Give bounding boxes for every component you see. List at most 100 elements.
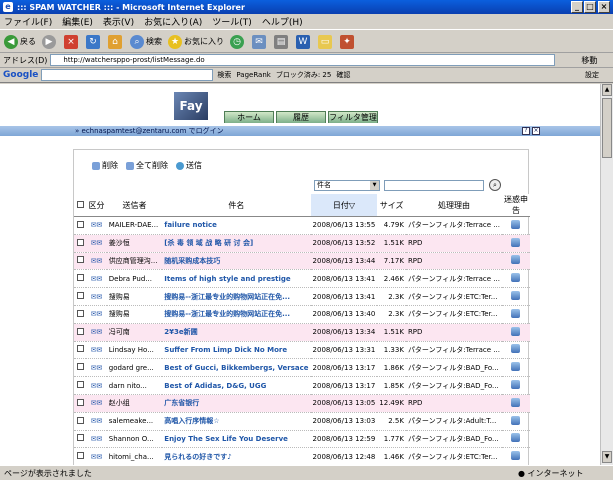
table-row[interactable]: ✉✉ Debra Pud... Items of high style and pr… [74, 269, 530, 289]
report-spam-icon[interactable] [511, 219, 521, 229]
forward-button[interactable]: ▶ [42, 34, 58, 49]
close-button[interactable]: × [598, 1, 610, 13]
filter-field-select[interactable]: 件名 ▼ [314, 179, 380, 191]
table-row[interactable]: ✉✉ 供应商管理沟... 随机采购成本技巧 2008/06/13 13:44 7.17K… [74, 252, 530, 271]
row-checkbox[interactable] [76, 381, 84, 389]
history-button[interactable]: ◷ [230, 34, 246, 49]
row-checkbox[interactable] [76, 363, 84, 371]
report-spam-icon[interactable] [511, 451, 521, 461]
report-spam-icon[interactable] [511, 380, 521, 390]
address-input[interactable]: http://watchersppo-prost/listMessage.do [50, 54, 556, 66]
edit-button[interactable]: W [296, 34, 312, 49]
menu-file[interactable]: ファイル(F) [4, 15, 52, 28]
google-settings-button[interactable]: 設定 [585, 70, 599, 80]
row-checkbox[interactable] [76, 274, 84, 282]
row-checkbox[interactable] [76, 327, 84, 335]
vertical-scrollbar[interactable]: ▲ ▼ [600, 84, 613, 465]
tab-filter-management[interactable]: フィルタ管理 [328, 111, 378, 123]
header-reason[interactable]: 処理理由 [405, 194, 502, 217]
google-search-button[interactable]: 検索 [217, 70, 231, 80]
table-row[interactable]: ✉✉ 赵小组 广东省银行 2008/06/13 13:05 12.49K RPD [74, 394, 530, 413]
row-checkbox[interactable] [76, 398, 84, 406]
report-spam-icon[interactable] [511, 291, 521, 301]
row-subject-link[interactable]: 高唱入行序情報☆ [162, 412, 311, 431]
row-subject-link[interactable]: Best of Gucci, Bikkembergs, Versace [162, 358, 311, 378]
report-spam-icon[interactable] [511, 433, 521, 443]
delete-all-button[interactable]: 全て削除 [126, 160, 168, 171]
report-spam-icon[interactable] [511, 397, 521, 407]
folder-button[interactable]: ▭ [318, 34, 334, 49]
report-spam-icon[interactable] [511, 255, 521, 265]
table-row[interactable]: ✉✉ darn nito... Best of Adidas, D&G, UGG 20… [74, 376, 530, 395]
menu-edit[interactable]: 編集(E) [62, 15, 93, 28]
minimize-button[interactable]: _ [571, 1, 583, 13]
table-row[interactable]: ✉✉ Shannon O... Enjoy The Sex Life You Des… [74, 430, 530, 449]
report-spam-icon[interactable] [511, 273, 521, 283]
menu-favorites[interactable]: お気に入り(A) [144, 15, 202, 28]
report-spam-icon[interactable] [511, 237, 521, 247]
delete-button[interactable]: 削除 [92, 160, 118, 171]
back-button[interactable]: ◀ 戻る [4, 34, 36, 49]
filter-search-input[interactable] [384, 179, 484, 191]
stop-button[interactable]: × [64, 34, 80, 49]
row-checkbox[interactable] [76, 220, 84, 228]
scroll-down-arrow-icon[interactable]: ▼ [602, 451, 612, 463]
close-icon[interactable]: × [532, 127, 540, 135]
row-subject-link[interactable]: 搜购易--浙江最专业的购物网站正在免... [162, 287, 311, 306]
row-checkbox[interactable] [76, 292, 84, 300]
row-checkbox[interactable] [76, 452, 84, 460]
row-checkbox[interactable] [76, 345, 84, 353]
menu-help[interactable]: ヘルプ(H) [262, 15, 303, 28]
row-checkbox[interactable] [76, 238, 84, 246]
header-subject[interactable]: 件名 [162, 194, 311, 217]
table-row[interactable]: ✉✉ MAILER-DAE... failure notice 2008/06/13 … [74, 216, 530, 235]
popup-blocked-counter[interactable]: ブロック済み: 25 [276, 70, 332, 80]
tab-home[interactable]: ホーム [224, 111, 274, 123]
send-button[interactable]: 送信 [176, 160, 202, 171]
search-button[interactable]: ⌕ 検索 [130, 34, 162, 49]
row-checkbox[interactable] [76, 309, 84, 317]
favorites-button[interactable]: ★ お気に入り [168, 34, 224, 49]
mail-button[interactable]: ✉ [252, 34, 268, 49]
table-row[interactable]: ✉✉ godard gre... Best of Gucci, Bikkemberg… [74, 358, 530, 378]
google-search-input[interactable] [41, 69, 214, 81]
row-subject-link[interactable]: Best of Adidas, D&G, UGG [162, 376, 311, 395]
row-subject-link[interactable]: 見られるの好きです♪ [162, 447, 311, 465]
messenger-button[interactable]: ✦ [340, 34, 356, 49]
row-subject-link[interactable]: 广东省银行 [162, 394, 311, 413]
header-size[interactable]: サイズ [377, 194, 406, 217]
row-subject-link[interactable]: failure notice [162, 216, 311, 235]
report-spam-icon[interactable] [511, 415, 521, 425]
go-button[interactable]: 移動 [581, 55, 597, 66]
table-row[interactable]: ✉✉ 搜购易 搜购易--浙江最专业的购物网站正在免... 2008/06/13 13:… [74, 305, 530, 324]
table-row[interactable]: ✉✉ hitomi_cha... 見られるの好きです♪ 2008/06/13 12:4… [74, 447, 530, 465]
row-subject-link[interactable]: Suffer From Limp Dick No More [162, 341, 311, 360]
row-subject-link[interactable]: 搜购易--浙江最专业的购物网站正在免... [162, 305, 311, 324]
refresh-button[interactable]: ↻ [86, 34, 102, 49]
header-date[interactable]: 日付▽ [310, 194, 378, 217]
row-subject-link[interactable]: [杀 毒 领 域 战 略 研 讨 会] [162, 234, 311, 253]
header-sender[interactable]: 送信者 [106, 194, 163, 217]
help-icon[interactable]: ? [522, 127, 530, 135]
select-all-checkbox[interactable] [76, 200, 84, 208]
scroll-thumb[interactable] [602, 98, 612, 158]
search-icon[interactable]: ⌕ [489, 179, 501, 191]
row-checkbox[interactable] [76, 434, 84, 442]
table-row[interactable]: ✉✉ 冯可南 2¥3e新圃 2008/06/13 13:34 1.51K RPD [74, 323, 530, 342]
report-spam-icon[interactable] [511, 308, 521, 318]
row-subject-link[interactable]: Items of high style and prestige [162, 269, 311, 289]
spellcheck-button[interactable]: 確認 [336, 70, 350, 80]
tab-history[interactable]: 履歴 [276, 111, 326, 123]
row-subject-link[interactable]: Enjoy The Sex Life You Deserve [162, 430, 311, 449]
scroll-up-arrow-icon[interactable]: ▲ [602, 84, 612, 96]
report-spam-icon[interactable] [511, 362, 521, 372]
table-row[interactable]: ✉✉ 姜沙恒 [杀 毒 领 域 战 略 研 讨 会] 2008/06/13 13:52… [74, 234, 530, 253]
row-subject-link[interactable]: 随机采购成本技巧 [162, 252, 311, 271]
table-row[interactable]: ✉✉ Lindsay Ho... Suffer From Limp Dick No … [74, 341, 530, 360]
table-row[interactable]: ✉✉ 搜购易 搜购易--浙江最专业的购物网站正在免... 2008/06/13 13:… [74, 287, 530, 306]
row-subject-link[interactable]: 2¥3e新圃 [162, 323, 311, 342]
header-kind[interactable]: 区分 [86, 194, 107, 217]
print-button[interactable]: ▤ [274, 34, 290, 49]
table-row[interactable]: ✉✉ salemeake... 高唱入行序情報☆ 2008/06/13 13:03 2.… [74, 412, 530, 431]
home-button[interactable]: ⌂ [108, 34, 124, 49]
